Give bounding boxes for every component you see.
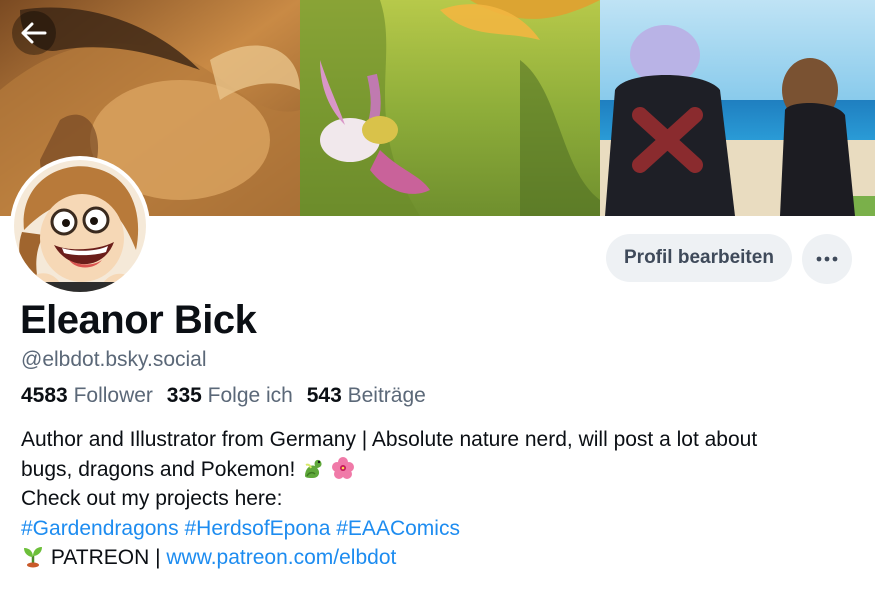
ellipsis-icon	[816, 256, 838, 262]
more-options-button[interactable]	[802, 234, 852, 284]
profile-handle: @elbdot.bsky.social	[21, 348, 207, 371]
bio-line-2-text: bugs, dragons and Pokemon!	[21, 457, 296, 481]
following-count: 335	[166, 384, 202, 407]
patreon-link[interactable]: www.patreon.com/elbdot	[166, 546, 396, 569]
patreon-label: PATREON |	[50, 546, 161, 569]
avatar[interactable]	[10, 156, 150, 296]
hashtag-link-eaacomics[interactable]: #EAAComics	[336, 517, 460, 540]
followers-count: 4583	[21, 384, 68, 407]
following-label: Folge ich	[207, 384, 293, 407]
bio-hashtags: #Gardendragons #HerdsofEpona #EAAComics	[21, 514, 861, 544]
profile-stats: 4583 Follower 335 Folge ich 543 Beiträge	[21, 382, 434, 410]
bio-patreon-line: PATREON | www.patreon.com/elbdot	[21, 543, 861, 573]
posts-count: 543	[306, 384, 342, 407]
back-button[interactable]	[12, 11, 56, 55]
followers-stat[interactable]: 4583 Follower	[21, 384, 159, 407]
hashtag-link-gardendragons[interactable]: #Gardendragons	[21, 517, 179, 540]
bio-line-2: bugs, dragons and Pokemon!	[21, 455, 861, 485]
seedling-emoji	[24, 547, 42, 568]
bio-line-3: Check out my projects here:	[21, 487, 283, 510]
bio-line-1: Author and Illustrator from Germany | Ab…	[21, 428, 758, 451]
hibiscus-emoji	[332, 456, 355, 479]
edit-profile-button[interactable]: Profil bearbeiten	[606, 234, 792, 282]
arrow-left-icon	[21, 22, 47, 44]
posts-label: Beiträge	[347, 384, 426, 407]
posts-stat: 543 Beiträge	[307, 384, 426, 407]
following-stat[interactable]: 335 Folge ich	[167, 384, 299, 407]
hashtag-link-herdsofepona[interactable]: #HerdsofEpona	[184, 517, 330, 540]
display-name: Eleanor Bick	[20, 298, 257, 342]
profile-bio: Author and Illustrator from Germany | Ab…	[21, 425, 861, 573]
avatar-image	[14, 160, 146, 292]
dragon-emoji	[305, 459, 322, 478]
followers-label: Follower	[73, 384, 153, 407]
